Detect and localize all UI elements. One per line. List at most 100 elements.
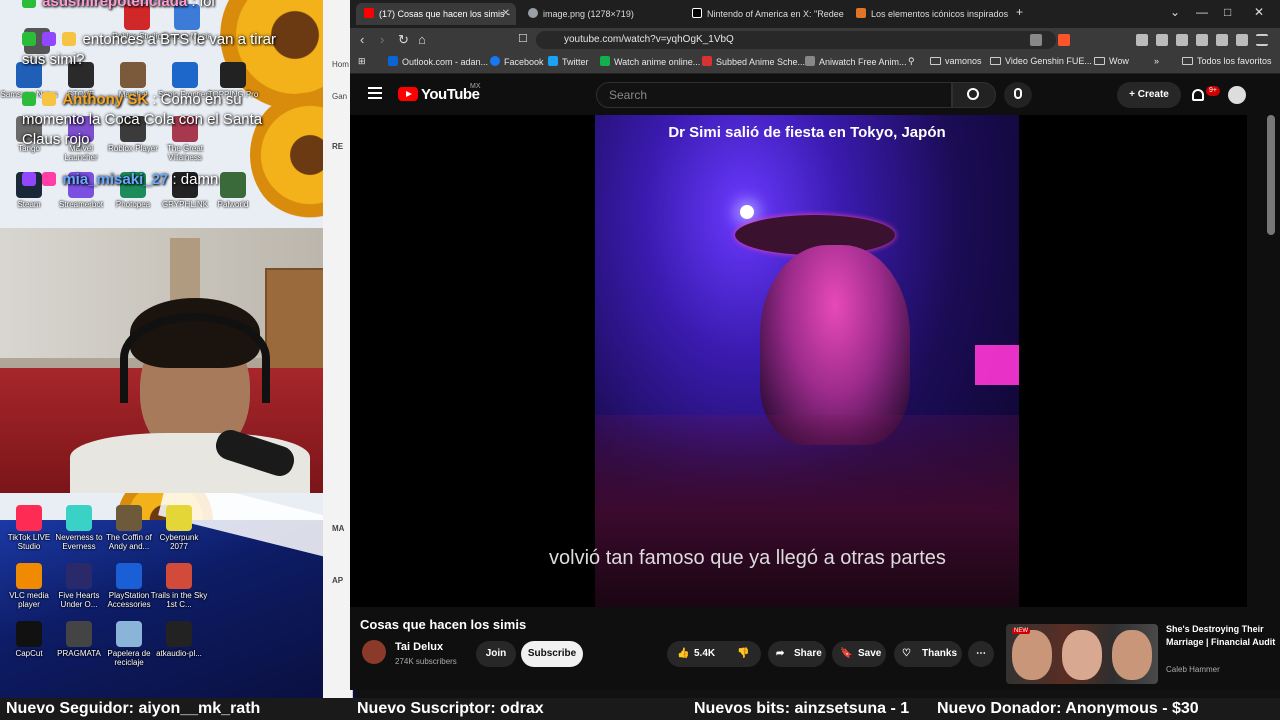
music-icon[interactable] bbox=[1176, 34, 1188, 46]
trails-sky-icon[interactable]: Trails in the Sky 1st C... bbox=[150, 563, 208, 609]
strip-label: Hom bbox=[332, 60, 349, 69]
chat-username: asusmirepotenciada bbox=[42, 0, 188, 10]
vpn-icon[interactable] bbox=[1236, 34, 1248, 46]
brave-shield-icon[interactable] bbox=[1058, 34, 1070, 46]
hamburger-menu-icon[interactable] bbox=[368, 87, 382, 99]
youtube-logo[interactable]: YouTube bbox=[398, 86, 480, 103]
bookmark-aniwatch[interactable]: Aniwatch Free Anim... bbox=[805, 56, 907, 67]
tab-x-nintendo[interactable]: Nintendo of America en X: "Redeem bbox=[684, 3, 844, 25]
new-badge: NEW bbox=[1012, 628, 1030, 634]
bookmark-outlook[interactable]: Outlook.com - adan... bbox=[388, 56, 488, 67]
recommended-channel[interactable]: Caleb Hammer bbox=[1166, 665, 1220, 674]
video-player[interactable]: Dr Simi salió de fiesta en Tokyo, Japón … bbox=[350, 115, 1247, 607]
tab-elementos[interactable]: Los elementos icónicos inspirados en bbox=[848, 3, 1008, 25]
chat-message: mia_misaki_27 : damn bbox=[22, 170, 218, 190]
thanks-button[interactable]: ♡ Thanks bbox=[894, 641, 962, 667]
bookmark-twitter[interactable]: Twitter bbox=[548, 56, 589, 67]
share-icon: ➦ bbox=[776, 648, 785, 659]
chat-text: : lol bbox=[191, 0, 215, 10]
tab-bar: (17) Cosas que hacen los simis - ✕ image… bbox=[350, 0, 1280, 28]
browser-window: (17) Cosas que hacen los simis - ✕ image… bbox=[350, 0, 1280, 690]
new-donor-alert: Nuevo Donador: Anonymous - $30 bbox=[937, 700, 1199, 717]
share-button[interactable]: ➦ Share bbox=[768, 641, 826, 667]
search-button[interactable] bbox=[952, 82, 996, 108]
extension-icon[interactable] bbox=[1136, 34, 1148, 46]
maximize-button[interactable]: □ bbox=[1224, 5, 1231, 19]
search-input[interactable]: Search bbox=[596, 82, 952, 108]
forward-arrow-icon[interactable]: › bbox=[380, 32, 384, 47]
bookmark-folder-vamonos[interactable]: vamonos bbox=[930, 56, 982, 66]
desktop-icon-grid-bottom: TikTok LIVE Studio Neverness to Everness… bbox=[0, 505, 230, 675]
more-bookmarks-icon[interactable]: » bbox=[1154, 56, 1159, 66]
chat-username: mia_misaki_27 bbox=[62, 171, 169, 188]
minimize-button[interactable]: — bbox=[1196, 5, 1208, 19]
microphone-icon[interactable] bbox=[1004, 82, 1032, 108]
chat-message: asusmirepotenciada : lol bbox=[22, 0, 215, 12]
thumbnail-face bbox=[1062, 630, 1102, 680]
ai-icon[interactable] bbox=[1216, 34, 1228, 46]
subscribe-button[interactable]: Subscribe bbox=[521, 641, 583, 667]
video-frame[interactable]: Dr Simi salió de fiesta en Tokyo, Japón bbox=[595, 115, 1019, 607]
save-icon: 🔖 bbox=[840, 648, 853, 659]
bookmark-pin-icon[interactable]: ⚲ bbox=[908, 56, 915, 67]
tab-image[interactable]: image.png (1278×719) bbox=[520, 3, 680, 25]
tab-youtube[interactable]: (17) Cosas que hacen los simis - ✕ bbox=[356, 3, 516, 25]
bookmark-anime-online[interactable]: Watch anime online... bbox=[600, 56, 700, 67]
save-button[interactable]: 🔖 Save bbox=[832, 641, 886, 667]
youtube-play-icon bbox=[398, 87, 418, 101]
outlook-icon bbox=[388, 56, 398, 66]
account-avatar[interactable] bbox=[1228, 86, 1246, 104]
home-icon[interactable]: ⌂ bbox=[418, 32, 426, 47]
folder-icon bbox=[930, 57, 941, 65]
channel-avatar[interactable] bbox=[362, 640, 386, 664]
x-logo-icon bbox=[692, 8, 702, 18]
join-button[interactable]: Join bbox=[476, 641, 516, 667]
chat-text: : damn bbox=[172, 171, 219, 188]
crowd bbox=[595, 415, 1019, 607]
apps-grid-icon[interactable]: ⊞ bbox=[358, 56, 366, 67]
like-count: 5.4K bbox=[694, 648, 716, 659]
chat-text: entonces a BTS le van a tirar sus simi? bbox=[22, 31, 276, 68]
bookmark-icon[interactable]: ☐ bbox=[518, 32, 528, 45]
thanks-icon: ♡ bbox=[902, 648, 911, 659]
tab-list-chevron-icon[interactable]: ⌄ bbox=[1170, 5, 1180, 19]
badge-icon bbox=[22, 0, 36, 8]
bookmark-folder-wow[interactable]: Wow bbox=[1094, 56, 1129, 66]
page-scrollbar[interactable] bbox=[1267, 115, 1275, 235]
badge-icon bbox=[22, 92, 36, 106]
more-actions-button[interactable]: ⋯ bbox=[968, 641, 994, 667]
cyberpunk-icon[interactable]: Cyberpunk 2077 bbox=[150, 505, 208, 551]
video-subtitle: volvió tan famoso que ya llegó a otras p… bbox=[549, 547, 946, 569]
bookmark-subbed-anime[interactable]: Subbed Anime Sche... bbox=[702, 56, 805, 67]
back-arrow-icon[interactable]: ‹ bbox=[360, 32, 364, 47]
address-field[interactable]: youtube.com/watch?v=yqhOgK_1VbQ bbox=[536, 31, 1056, 49]
twitter-icon bbox=[548, 56, 558, 66]
facebook-icon bbox=[490, 56, 500, 66]
bookmark-folder-genshin[interactable]: Video Genshin FUE... bbox=[990, 56, 1092, 66]
puzzle-icon[interactable] bbox=[1156, 34, 1168, 46]
channel-name[interactable]: Tai Delux bbox=[395, 641, 443, 653]
badge-icon bbox=[62, 32, 77, 46]
like-button[interactable]: 👍 5.4K 👎 bbox=[667, 641, 761, 667]
chat-username: Anthony SK bbox=[62, 91, 149, 108]
chat-message: Anthony SK : Como en su momento la Coca … bbox=[22, 90, 292, 150]
thumbs-down-icon[interactable]: 👎 bbox=[737, 641, 749, 667]
close-tab-icon[interactable]: ✕ bbox=[502, 3, 510, 25]
wallet-icon[interactable] bbox=[1196, 34, 1208, 46]
notifications-bell-icon[interactable] bbox=[1192, 89, 1204, 101]
close-window-button[interactable]: ✕ bbox=[1254, 5, 1264, 19]
bookmark-facebook[interactable]: Facebook bbox=[490, 56, 544, 67]
recommended-thumbnail[interactable]: NEW bbox=[1006, 624, 1158, 684]
cast-icon[interactable] bbox=[1030, 34, 1042, 46]
new-tab-button[interactable]: + bbox=[1016, 5, 1023, 19]
thumbs-up-icon: 👍 bbox=[677, 648, 690, 659]
reload-icon[interactable]: ↻ bbox=[398, 32, 409, 48]
badge-icon bbox=[42, 32, 57, 46]
create-button[interactable]: + Create bbox=[1117, 82, 1181, 108]
recommended-title[interactable]: She's Destroying Their Marriage | Financ… bbox=[1166, 623, 1276, 649]
folder-icon bbox=[1094, 57, 1105, 65]
menu-icon[interactable] bbox=[1256, 34, 1268, 46]
bookmark-all-favorites[interactable]: Todos los favoritos bbox=[1182, 56, 1272, 66]
atkaudio-icon[interactable]: atkaudio-pl... bbox=[150, 621, 208, 658]
youtube-icon bbox=[364, 8, 374, 18]
